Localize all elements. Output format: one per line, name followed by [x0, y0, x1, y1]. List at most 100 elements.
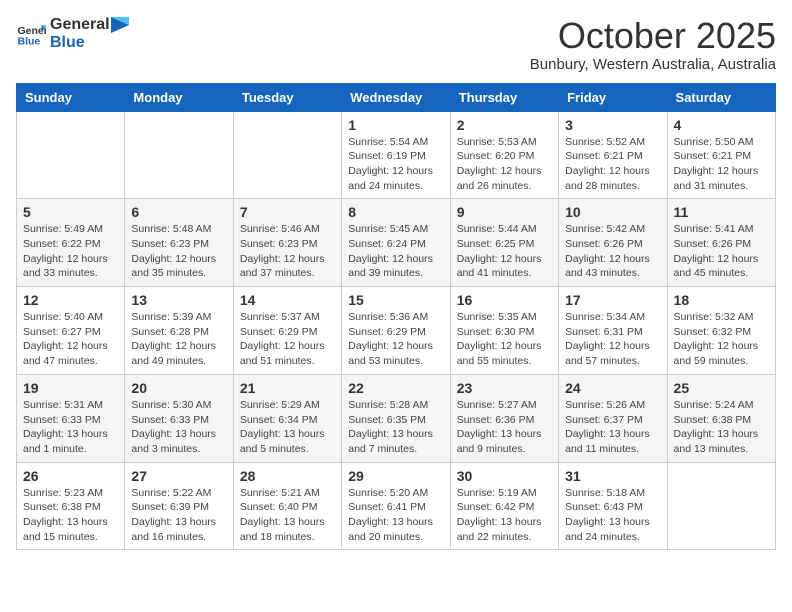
calendar-week-row: 19 Sunrise: 5:31 AM Sunset: 6:33 PM Dayli…	[17, 374, 776, 462]
table-row: 7Sunrise: 5:46 AM Sunset: 6:23 PM Daylig…	[233, 199, 341, 287]
day-info: Sunrise: 5:32 AM Sunset: 6:32 PM Dayligh…	[674, 310, 769, 369]
day-info: Sunrise: 5:45 AM Sunset: 6:24 PM Dayligh…	[348, 222, 443, 281]
header-thursday: Thursday	[450, 83, 558, 111]
day-info: Sunrise: 5:20 AM Sunset: 6:41 PM Dayligh…	[348, 486, 443, 545]
logo-icon: General Blue	[16, 19, 46, 49]
table-row: 1Sunrise: 5:54 AM Sunset: 6:19 PM Daylig…	[342, 111, 450, 199]
day-info: Sunrise: 5:30 AM Sunset: 6:33 PM Dayligh…	[131, 398, 226, 457]
table-row: 4 Sunrise: 5:50 AM Sunset: 6:21 PM Daylig…	[667, 111, 775, 199]
day-info: Sunrise: 5:26 AM Sunset: 6:37 PM Dayligh…	[565, 398, 660, 457]
day-info: Sunrise: 5:41 AM Sunset: 6:26 PM Dayligh…	[674, 222, 769, 281]
table-row: 31 Sunrise: 5:18 AM Sunset: 6:43 PM Dayli…	[559, 462, 667, 550]
table-row: 18 Sunrise: 5:32 AM Sunset: 6:32 PM Dayli…	[667, 287, 775, 375]
day-number: 8	[348, 204, 443, 220]
calendar-week-row: 26 Sunrise: 5:23 AM Sunset: 6:38 PM Dayli…	[17, 462, 776, 550]
day-number: 9	[457, 204, 552, 220]
table-row: 27 Sunrise: 5:22 AM Sunset: 6:39 PM Dayli…	[125, 462, 233, 550]
table-row: 21 Sunrise: 5:29 AM Sunset: 6:34 PM Dayli…	[233, 374, 341, 462]
table-row: 11 Sunrise: 5:41 AM Sunset: 6:26 PM Dayli…	[667, 199, 775, 287]
month-title: October 2025	[530, 16, 776, 56]
day-number: 1	[348, 117, 443, 133]
table-row: 14 Sunrise: 5:37 AM Sunset: 6:29 PM Dayli…	[233, 287, 341, 375]
calendar-week-row: 5 Sunrise: 5:49 AM Sunset: 6:22 PM Daylig…	[17, 199, 776, 287]
day-info: Sunrise: 5:23 AM Sunset: 6:38 PM Dayligh…	[23, 486, 118, 545]
day-number: 27	[131, 468, 226, 484]
day-number: 18	[674, 292, 769, 308]
header-row: Sunday Monday Tuesday Wednesday Thursday…	[17, 83, 776, 111]
day-info: Sunrise: 5:49 AM Sunset: 6:22 PM Dayligh…	[23, 222, 118, 281]
day-number: 10	[565, 204, 660, 220]
day-info: Sunrise: 5:50 AM Sunset: 6:21 PM Dayligh…	[674, 135, 769, 194]
day-info: Sunrise: 5:34 AM Sunset: 6:31 PM Dayligh…	[565, 310, 660, 369]
day-number: 28	[240, 468, 335, 484]
calendar-table: Sunday Monday Tuesday Wednesday Thursday…	[16, 83, 776, 551]
table-row: 12 Sunrise: 5:40 AM Sunset: 6:27 PM Dayli…	[17, 287, 125, 375]
header-monday: Monday	[125, 83, 233, 111]
page-header: General Blue General Blue October 2025 B…	[16, 16, 776, 73]
day-info: Sunrise: 5:21 AM Sunset: 6:40 PM Dayligh…	[240, 486, 335, 545]
day-number: 22	[348, 380, 443, 396]
day-number: 26	[23, 468, 118, 484]
day-number: 4	[674, 117, 769, 133]
table-row: 5 Sunrise: 5:49 AM Sunset: 6:22 PM Daylig…	[17, 199, 125, 287]
table-row: 26 Sunrise: 5:23 AM Sunset: 6:38 PM Dayli…	[17, 462, 125, 550]
day-info: Sunrise: 5:53 AM Sunset: 6:20 PM Dayligh…	[457, 135, 552, 194]
day-info: Sunrise: 5:27 AM Sunset: 6:36 PM Dayligh…	[457, 398, 552, 457]
day-number: 24	[565, 380, 660, 396]
day-info: Sunrise: 5:19 AM Sunset: 6:42 PM Dayligh…	[457, 486, 552, 545]
calendar-week-row: 12 Sunrise: 5:40 AM Sunset: 6:27 PM Dayli…	[17, 287, 776, 375]
table-row: 13 Sunrise: 5:39 AM Sunset: 6:28 PM Dayli…	[125, 287, 233, 375]
day-number: 16	[457, 292, 552, 308]
table-row: 16 Sunrise: 5:35 AM Sunset: 6:30 PM Dayli…	[450, 287, 558, 375]
day-info: Sunrise: 5:28 AM Sunset: 6:35 PM Dayligh…	[348, 398, 443, 457]
logo: General Blue General Blue	[16, 16, 130, 52]
logo-blue-text: Blue	[50, 34, 130, 52]
table-row: 15Sunrise: 5:36 AM Sunset: 6:29 PM Dayli…	[342, 287, 450, 375]
day-number: 6	[131, 204, 226, 220]
table-row	[233, 111, 341, 199]
location-text: Bunbury, Western Australia, Australia	[530, 56, 776, 73]
table-row	[17, 111, 125, 199]
table-row: 9 Sunrise: 5:44 AM Sunset: 6:25 PM Daylig…	[450, 199, 558, 287]
day-number: 2	[457, 117, 552, 133]
day-info: Sunrise: 5:31 AM Sunset: 6:33 PM Dayligh…	[23, 398, 118, 457]
header-friday: Friday	[559, 83, 667, 111]
day-number: 3	[565, 117, 660, 133]
title-section: October 2025 Bunbury, Western Australia,…	[530, 16, 776, 73]
table-row	[667, 462, 775, 550]
day-number: 30	[457, 468, 552, 484]
day-number: 14	[240, 292, 335, 308]
day-info: Sunrise: 5:42 AM Sunset: 6:26 PM Dayligh…	[565, 222, 660, 281]
day-number: 23	[457, 380, 552, 396]
day-number: 5	[23, 204, 118, 220]
table-row: 8 Sunrise: 5:45 AM Sunset: 6:24 PM Daylig…	[342, 199, 450, 287]
logo-general-text: General	[50, 16, 110, 33]
svg-text:Blue: Blue	[18, 35, 41, 47]
day-info: Sunrise: 5:39 AM Sunset: 6:28 PM Dayligh…	[131, 310, 226, 369]
day-info: Sunrise: 5:18 AM Sunset: 6:43 PM Dayligh…	[565, 486, 660, 545]
day-info: Sunrise: 5:36 AM Sunset: 6:29 PM Dayligh…	[348, 310, 443, 369]
day-number: 19	[23, 380, 118, 396]
day-number: 12	[23, 292, 118, 308]
day-number: 31	[565, 468, 660, 484]
day-info: Sunrise: 5:35 AM Sunset: 6:30 PM Dayligh…	[457, 310, 552, 369]
table-row: 20Sunrise: 5:30 AM Sunset: 6:33 PM Dayli…	[125, 374, 233, 462]
day-info: Sunrise: 5:29 AM Sunset: 6:34 PM Dayligh…	[240, 398, 335, 457]
table-row: 25Sunrise: 5:24 AM Sunset: 6:38 PM Dayli…	[667, 374, 775, 462]
day-info: Sunrise: 5:52 AM Sunset: 6:21 PM Dayligh…	[565, 135, 660, 194]
table-row: 30 Sunrise: 5:19 AM Sunset: 6:42 PM Dayli…	[450, 462, 558, 550]
day-info: Sunrise: 5:37 AM Sunset: 6:29 PM Dayligh…	[240, 310, 335, 369]
day-info: Sunrise: 5:40 AM Sunset: 6:27 PM Dayligh…	[23, 310, 118, 369]
day-number: 21	[240, 380, 335, 396]
day-number: 11	[674, 204, 769, 220]
day-number: 7	[240, 204, 335, 220]
day-info: Sunrise: 5:24 AM Sunset: 6:38 PM Dayligh…	[674, 398, 769, 457]
day-info: Sunrise: 5:22 AM Sunset: 6:39 PM Dayligh…	[131, 486, 226, 545]
header-sunday: Sunday	[17, 83, 125, 111]
table-row	[125, 111, 233, 199]
header-tuesday: Tuesday	[233, 83, 341, 111]
day-number: 13	[131, 292, 226, 308]
header-saturday: Saturday	[667, 83, 775, 111]
day-info: Sunrise: 5:44 AM Sunset: 6:25 PM Dayligh…	[457, 222, 552, 281]
table-row: 6Sunrise: 5:48 AM Sunset: 6:23 PM Daylig…	[125, 199, 233, 287]
